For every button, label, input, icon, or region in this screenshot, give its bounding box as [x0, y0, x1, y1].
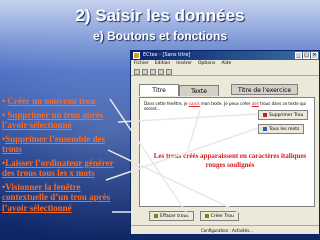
menu-options[interactable]: Options: [198, 60, 215, 68]
create-blank-button[interactable]: Créer Trou: [199, 211, 239, 221]
add-icon: [204, 214, 209, 218]
menu-inserer[interactable]: Insérer: [176, 60, 192, 68]
window-title: ECtex - [Sans titre]: [143, 52, 191, 58]
delete-blank-button[interactable]: Supprimer Trou: [258, 110, 309, 120]
blank-word[interactable]: saisis: [189, 101, 200, 106]
open-icon[interactable]: [142, 68, 148, 75]
all-words-button[interactable]: Tous les mots: [258, 124, 305, 134]
delete-icon: [263, 113, 267, 117]
bullet-item: • Supprimer un trou après l’avoir sélect…: [2, 109, 104, 131]
menu-aide[interactable]: Aide: [221, 60, 231, 68]
bullet-item: •Supprimer l’ensemble des trous: [2, 133, 105, 155]
blank-word[interactable]: des: [252, 101, 259, 106]
toolbar: [131, 68, 319, 76]
bullet-list: • Créer un nouveau trou • Supprimer un t…: [2, 96, 120, 216]
clear-blanks-button[interactable]: Effacer trous: [149, 211, 194, 221]
print-icon[interactable]: [158, 68, 164, 75]
new-icon[interactable]: [134, 68, 140, 75]
minimize-icon[interactable]: _: [295, 52, 302, 59]
app-window: ECtex - [Sans titre] _ □ × Fichier Editi…: [130, 50, 320, 235]
tab-texte[interactable]: Texte: [179, 85, 219, 96]
bullet-item: • Créer un nouveau trou: [2, 96, 96, 106]
window-titlebar[interactable]: ECtex - [Sans titre] _ □ ×: [131, 51, 319, 60]
menu-fichier[interactable]: Fichier: [134, 60, 149, 68]
slide-subtitle: e) Boutons et fonctions: [93, 29, 227, 43]
status-bar: Configuration : Activités...: [131, 225, 319, 234]
save-icon[interactable]: [150, 68, 156, 75]
slide-title: 2) Saisir les données: [75, 6, 245, 25]
close-icon[interactable]: ×: [311, 52, 318, 59]
callout-text: Les trous créés apparaissent en caractèr…: [153, 152, 307, 169]
bullet-item: •Laisser l’ordinateur générer des trous …: [2, 157, 114, 179]
words-icon: [263, 127, 267, 131]
menu-edition[interactable]: Edition: [155, 60, 171, 68]
tab-titre[interactable]: Titre: [139, 84, 179, 96]
exercise-title-field[interactable]: Titre de l'exercice: [231, 84, 299, 95]
help-icon[interactable]: [166, 68, 172, 75]
maximize-icon[interactable]: □: [303, 52, 310, 59]
menu-bar: Fichier Edition Insérer Options Aide: [131, 60, 319, 68]
bullet-item: •Visionner la fenêtre contextuelle d’un …: [2, 181, 111, 213]
clear-icon: [154, 214, 158, 218]
tab-bar: Titre Texte: [139, 84, 219, 96]
button-row: Effacer trous Créer Trou: [149, 211, 239, 221]
app-icon: [133, 52, 140, 59]
